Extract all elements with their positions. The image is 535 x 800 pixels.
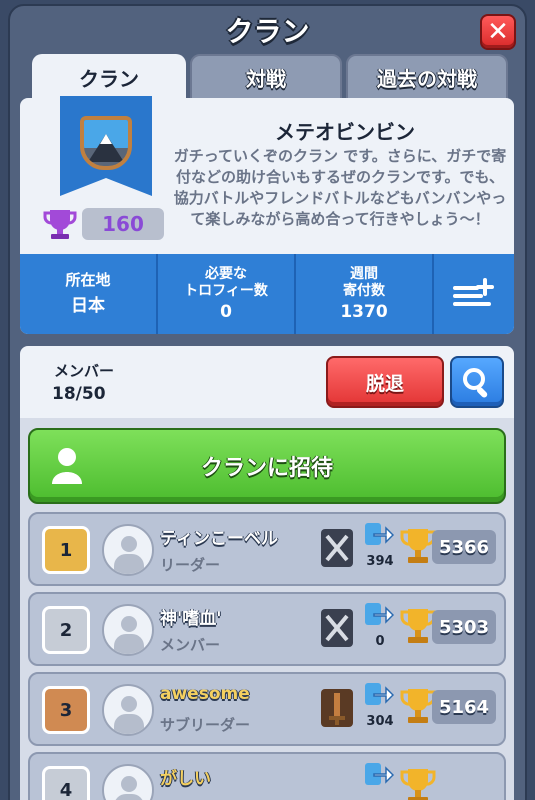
- leave-clan-button[interactable]: 脱退: [326, 356, 444, 408]
- members-header: メンバー 18/50 脱退: [20, 346, 514, 418]
- member-trophies: 5303: [432, 610, 496, 644]
- close-button[interactable]: ✕: [480, 14, 516, 50]
- stat-donations-label-1: 週間: [350, 266, 378, 282]
- member-donations: 304: [366, 714, 394, 729]
- tab-bar: クラン 対戦 過去の対戦: [32, 54, 508, 100]
- member-name: awesome: [160, 684, 250, 704]
- tab-clan[interactable]: クラン: [32, 54, 186, 100]
- donation-card-icon: [365, 683, 394, 705]
- member-rank: 1: [42, 526, 90, 574]
- purple-trophy-icon: [43, 210, 77, 239]
- mountain-shield-badge-icon[interactable]: [80, 116, 132, 170]
- avatar: [102, 684, 154, 736]
- member-row[interactable]: 4 がしい: [28, 752, 506, 800]
- donation-card-icon: [365, 763, 394, 785]
- stat-donations-value: 1370: [340, 302, 388, 322]
- stat-donations-label-2: 寄付数: [343, 283, 385, 299]
- members-label: メンバー: [54, 362, 115, 380]
- member-row[interactable]: 2 神'嗜血' メンバー 0 5303: [28, 592, 506, 666]
- stat-required-value: 0: [220, 302, 232, 322]
- invite-to-clan-button[interactable]: クランに招待: [28, 428, 506, 504]
- member-list-area: クランに招待 1 ティンこーベル リーダー 394 5366 2 神'嗜血' メ…: [20, 418, 514, 800]
- member-role: メンバー: [160, 636, 221, 654]
- stat-required-label-1: 必要な: [205, 266, 247, 282]
- page-title: クラン: [225, 15, 310, 48]
- member-rank: 2: [42, 606, 90, 654]
- tab-war-log[interactable]: 過去の対戦: [346, 54, 508, 100]
- stat-location-value: 日本: [71, 296, 105, 316]
- stat-location-label: 所在地: [65, 271, 111, 289]
- stat-weekly-donations: 週間 寄付数 1370: [296, 254, 434, 334]
- member-row[interactable]: 3 awesome サブリーダー 304 5164: [28, 672, 506, 746]
- members-count: 18/50: [52, 384, 106, 404]
- member-name: ティンこーベル: [160, 529, 278, 549]
- crossed-swords-arena-icon: [321, 529, 353, 567]
- trophy-icon: [400, 769, 436, 800]
- avatar: [102, 604, 154, 656]
- tab-war[interactable]: 対戦: [190, 54, 342, 100]
- clan-trophy-count: 160: [82, 208, 164, 240]
- clan-info-card: 160 メテオビンビン ガチっていくぞのクラン です。さらに、ガチで寄付などの助…: [20, 96, 514, 334]
- clan-stats-bar: 所在地 日本 必要な トロフィー数 0 週間 寄付数 1370: [20, 254, 514, 334]
- stat-location: 所在地 日本: [20, 254, 158, 334]
- member-name: 神'嗜血': [160, 609, 222, 629]
- trophy-icon: [400, 689, 436, 723]
- member-trophies: 5366: [432, 530, 496, 564]
- search-icon: [463, 368, 488, 398]
- search-button[interactable]: [450, 356, 504, 408]
- list-filter-icon: [453, 278, 494, 306]
- member-rank: 3: [42, 686, 90, 734]
- clan-name: メテオビンビン: [275, 120, 415, 144]
- trophy-icon: [400, 529, 436, 563]
- member-donations: 394: [366, 554, 394, 569]
- close-icon: ✕: [487, 17, 509, 47]
- member-name: がしい: [160, 769, 211, 789]
- avatar: [102, 524, 154, 576]
- member-rank: 4: [42, 766, 90, 800]
- person-icon: [52, 448, 82, 484]
- stat-required-trophies: 必要な トロフィー数 0: [158, 254, 296, 334]
- member-donations: 0: [375, 634, 385, 649]
- member-role: リーダー: [160, 556, 221, 574]
- donation-card-icon: [365, 603, 394, 625]
- donation-card-icon: [365, 523, 394, 545]
- list-filter-button[interactable]: [434, 254, 514, 334]
- sword-arena-icon: [321, 689, 353, 727]
- member-role: サブリーダー: [160, 716, 251, 734]
- trophy-icon: [400, 609, 436, 643]
- member-trophies: 5164: [432, 690, 496, 724]
- avatar: [102, 764, 154, 800]
- stat-required-label-2: トロフィー数: [184, 283, 268, 299]
- invite-label: クランに招待: [200, 456, 333, 481]
- clan-description: ガチっていくぞのクラン です。さらに、ガチで寄付などの助け合いもするぜのクランで…: [173, 147, 507, 228]
- crossed-swords-arena-icon: [321, 609, 353, 647]
- member-row[interactable]: 1 ティンこーベル リーダー 394 5366: [28, 512, 506, 586]
